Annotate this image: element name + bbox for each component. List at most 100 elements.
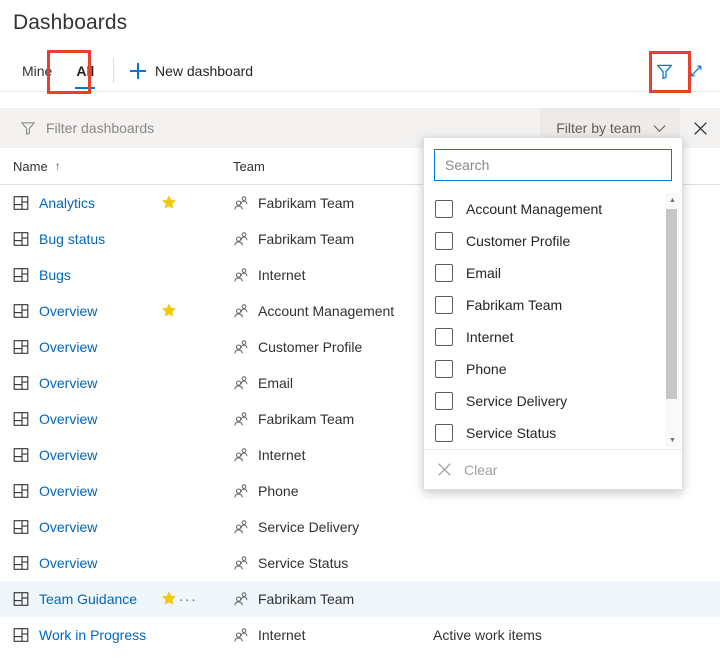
dashboard-tile-icon <box>13 267 29 283</box>
scroll-up-arrow-icon[interactable]: ▲ <box>665 193 680 207</box>
search-input[interactable] <box>434 149 672 181</box>
cell-name: Work in Progress <box>13 627 233 643</box>
dashboard-name-link[interactable]: Overview <box>39 519 157 535</box>
dashboard-name-link[interactable]: Overview <box>39 555 157 571</box>
team-option-label: Service Delivery <box>466 393 567 409</box>
command-bar-divider <box>0 91 720 92</box>
cell-name: Bugs <box>13 267 233 283</box>
tab-all-label: All <box>76 63 94 79</box>
team-option-checkbox[interactable] <box>435 232 453 250</box>
team-person-icon <box>233 591 249 607</box>
team-name-label: Fabrikam Team <box>258 231 354 247</box>
new-dashboard-button[interactable]: New dashboard <box>124 56 259 86</box>
team-option-checkbox[interactable] <box>435 360 453 378</box>
team-option-label: Email <box>466 265 501 281</box>
team-option-checkbox[interactable] <box>435 296 453 314</box>
dashboard-name-link[interactable]: Overview <box>39 303 157 319</box>
row-more-actions-icon[interactable]: ··· <box>177 594 199 604</box>
dashboard-tile-icon <box>13 411 29 427</box>
cell-description: Active work items <box>433 627 720 643</box>
team-name-label: Internet <box>258 447 305 463</box>
chevron-down-icon <box>653 124 666 133</box>
team-option-label: Service Status <box>466 425 556 441</box>
filter-dashboards-placeholder: Filter dashboards <box>46 120 154 136</box>
team-person-icon <box>233 267 249 283</box>
filter-funnel-icon[interactable] <box>648 55 680 87</box>
tab-mine-label: Mine <box>22 63 52 79</box>
favorite-star-icon[interactable] <box>161 302 177 318</box>
cell-team: Fabrikam Team <box>233 411 433 427</box>
team-option[interactable]: Customer Profile <box>424 225 682 257</box>
favorite-star-icon[interactable] <box>161 194 177 210</box>
cell-team: Service Delivery <box>233 519 433 535</box>
scrollbar-thumb[interactable] <box>666 209 677 399</box>
filter-dashboards-field[interactable]: Filter dashboards <box>20 120 154 136</box>
team-option[interactable]: Service Status <box>424 417 682 449</box>
dashboard-name-link[interactable]: Overview <box>39 483 157 499</box>
table-row[interactable]: Team Guidance ··· Fabrikam Team <box>0 581 720 617</box>
callout-scrollbar[interactable]: ▲ ▼ <box>665 193 680 447</box>
dashboard-name-link[interactable]: Overview <box>39 375 157 391</box>
dashboard-name-link[interactable]: Work in Progress <box>39 627 157 643</box>
dashboard-name-link[interactable]: Overview <box>39 411 157 427</box>
dashboard-name-link[interactable]: Analytics <box>39 195 157 211</box>
team-option-checkbox[interactable] <box>435 424 453 442</box>
team-option-items: Account Management Customer Profile Email F… <box>424 193 682 449</box>
dashboard-name-link[interactable]: Overview <box>39 447 157 463</box>
filter-funnel-glyph <box>656 63 673 80</box>
dashboard-tile-icon <box>13 447 29 463</box>
team-option[interactable]: Email <box>424 257 682 289</box>
dashboard-name-link[interactable]: Bug status <box>39 231 157 247</box>
team-name-label: Internet <box>258 627 305 643</box>
table-row[interactable]: OverviewService Status <box>0 545 720 581</box>
favorite-star-slot <box>161 302 177 321</box>
cell-team: Phone <box>233 483 433 499</box>
cell-team: Customer Profile <box>233 339 433 355</box>
team-name-label: Account Management <box>258 303 394 319</box>
filter-by-team-label: Filter by team <box>556 120 641 136</box>
table-row[interactable]: Overview Service Delivery <box>0 509 720 545</box>
team-option[interactable]: Phone <box>424 353 682 385</box>
favorite-star-slot <box>161 590 177 609</box>
team-option[interactable]: Account Management <box>424 193 682 225</box>
team-option-checkbox[interactable] <box>435 392 453 410</box>
team-option[interactable]: Service Delivery <box>424 385 682 417</box>
team-option-checkbox[interactable] <box>435 264 453 282</box>
favorite-star-icon[interactable] <box>161 590 177 606</box>
dashboard-name-link[interactable]: Bugs <box>39 267 157 283</box>
plus-icon <box>130 63 146 79</box>
cell-team: Email <box>233 375 433 391</box>
cell-team: Fabrikam Team <box>233 591 433 607</box>
team-person-icon <box>233 339 249 355</box>
team-name-label: Fabrikam Team <box>258 591 354 607</box>
dashboard-tile-icon <box>13 303 29 319</box>
team-option-checkbox[interactable] <box>435 200 453 218</box>
team-option-label: Phone <box>466 361 506 377</box>
tab-mine[interactable]: Mine <box>10 52 64 90</box>
table-row[interactable]: Work in Progress Internet Active work item… <box>0 617 720 653</box>
dashboard-tile-icon <box>13 375 29 391</box>
team-person-icon <box>233 231 249 247</box>
team-option[interactable]: Fabrikam Team <box>424 289 682 321</box>
team-name-label: Phone <box>258 483 298 499</box>
dashboard-name-link[interactable]: Overview <box>39 339 157 355</box>
tab-all[interactable]: All <box>64 52 106 90</box>
close-filter-button[interactable] <box>680 108 720 148</box>
dashboard-name-link[interactable]: Team Guidance <box>39 591 157 607</box>
dashboard-tile-icon <box>13 627 29 643</box>
clear-label: Clear <box>464 462 497 478</box>
clear-filter-button[interactable]: Clear <box>424 449 682 489</box>
pivot-tabs: Mine All <box>10 52 106 90</box>
team-name-label: Fabrikam Team <box>258 195 354 211</box>
dashboard-tile-icon <box>13 231 29 247</box>
cell-name: Overview <box>13 483 233 499</box>
scroll-down-arrow-icon[interactable]: ▼ <box>665 433 680 447</box>
column-header-name[interactable]: Name ↑ <box>13 159 233 174</box>
team-option-label: Customer Profile <box>466 233 570 249</box>
cell-team: Account Management <box>233 303 433 319</box>
command-bar <box>0 52 720 92</box>
team-option-checkbox[interactable] <box>435 328 453 346</box>
expand-diagonal-icon[interactable] <box>680 55 712 87</box>
dashboard-tile-icon <box>13 555 29 571</box>
team-option[interactable]: Internet <box>424 321 682 353</box>
